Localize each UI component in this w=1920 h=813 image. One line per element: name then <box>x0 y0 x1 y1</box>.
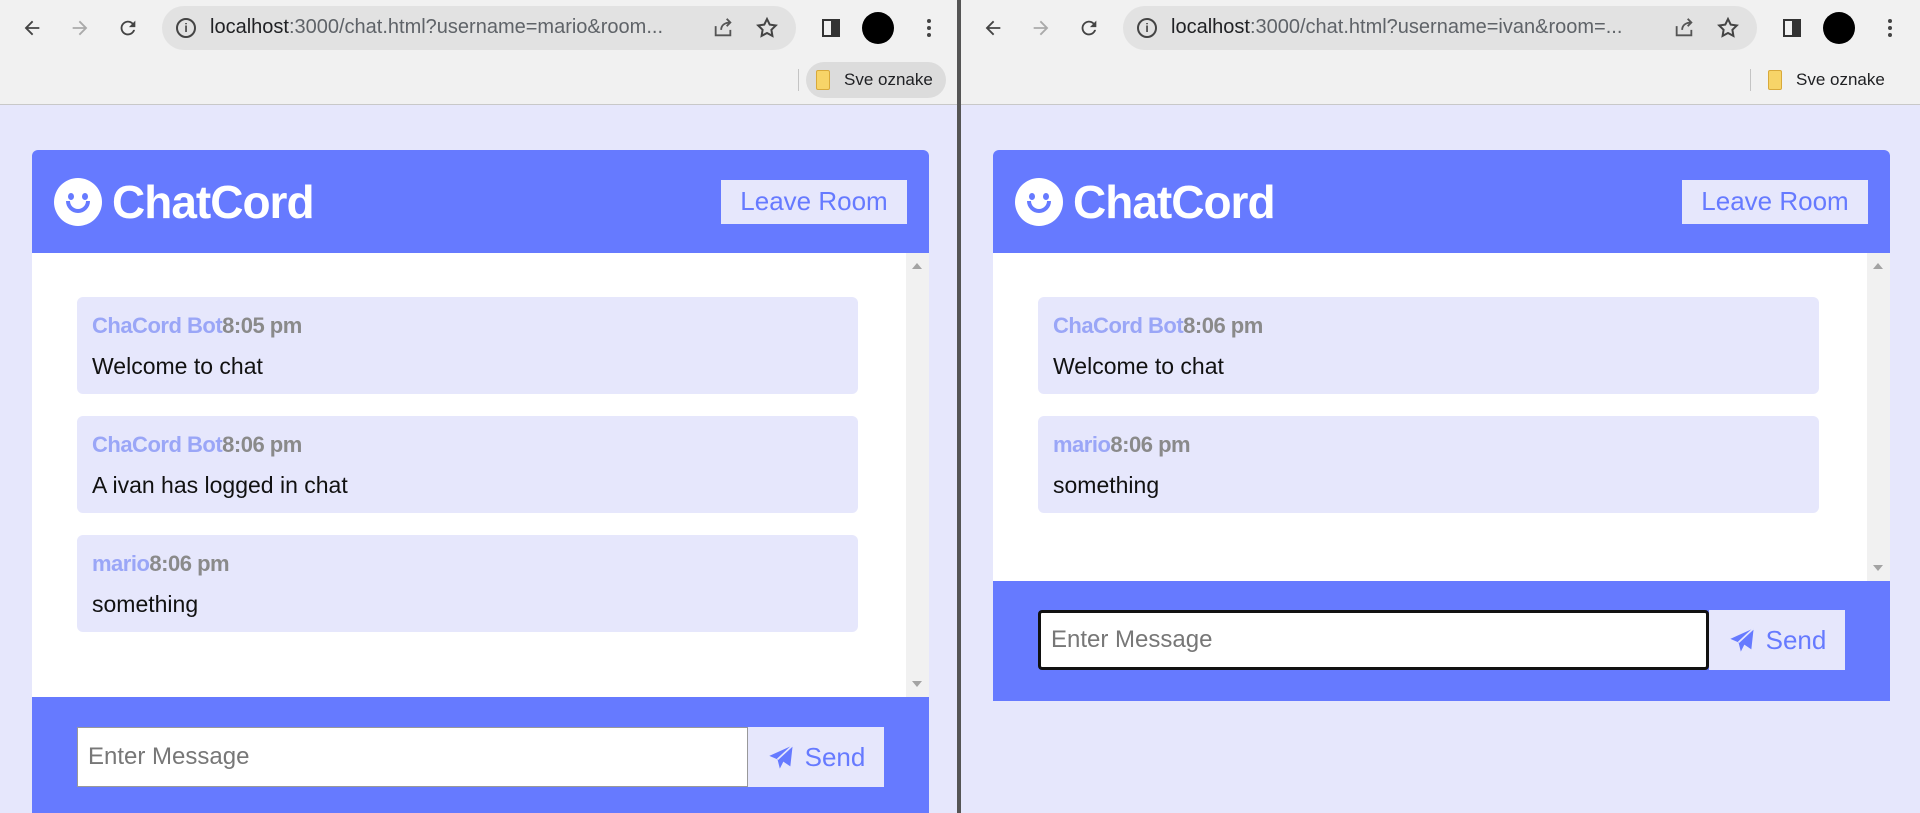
send-label: Send <box>804 741 866 772</box>
profile-avatar[interactable] <box>862 11 894 44</box>
leave-room-button[interactable]: Leave Room <box>1682 179 1868 224</box>
browser-toolbar: i localhost:3000/chat.html?username=ivan… <box>961 0 1920 55</box>
smiley-icon <box>1015 177 1063 226</box>
chat-app: ChatCord Leave Room ChaCord Bot8:06 pm W… <box>993 150 1890 701</box>
menu-kebab-icon[interactable] <box>1875 13 1905 43</box>
browser-toolbar: i localhost:3000/chat.html?username=mari… <box>0 0 957 55</box>
message: mario8:06 pm something <box>77 535 858 632</box>
info-icon[interactable]: i <box>1137 17 1157 38</box>
back-button[interactable] <box>14 10 50 46</box>
send-button[interactable]: Send <box>748 727 884 787</box>
paper-plane-icon <box>768 744 793 769</box>
message: ChaCord Bot8:05 pm Welcome to chat <box>77 297 858 394</box>
message: ChaCord Bot8:06 pm A ivan has logged in … <box>77 416 858 513</box>
message-meta: mario8:06 pm <box>92 551 843 577</box>
bookmarks-divider <box>798 69 799 91</box>
reload-button[interactable] <box>110 10 146 46</box>
message-input[interactable]: Enter Message <box>77 727 748 787</box>
message-text: Welcome to chat <box>1053 353 1224 379</box>
message-text: A ivan has logged in chat <box>92 472 348 498</box>
message-text: Welcome to chat <box>92 353 263 379</box>
scroll-down-arrow-icon[interactable] <box>1873 565 1883 571</box>
all-bookmarks-button[interactable]: Sve oznake <box>1758 62 1918 98</box>
message-username: ChaCord Bot <box>92 432 223 457</box>
message: mario8:06 pm something <box>1038 416 1819 513</box>
reload-icon <box>1081 20 1097 35</box>
message-meta: mario8:06 pm <box>1053 432 1804 458</box>
bookmarks-bar: Sve oznake <box>961 55 1920 105</box>
address-bar[interactable]: i localhost:3000/chat.html?username=mari… <box>162 5 796 50</box>
menu-kebab-icon[interactable] <box>914 13 944 43</box>
smiley-icon <box>54 177 102 226</box>
message-time: 8:05 pm <box>222 313 302 338</box>
bookmarks-divider <box>1750 69 1751 91</box>
share-icon[interactable] <box>710 15 736 41</box>
scroll-up-arrow-icon[interactable] <box>1873 263 1883 269</box>
desktop: i localhost:3000/chat.html?username=mari… <box>0 0 1920 813</box>
message-username: ChaCord Bot <box>1053 313 1184 338</box>
message-meta: ChaCord Bot8:06 pm <box>1053 313 1804 339</box>
message-time: 8:06 pm <box>1183 313 1263 338</box>
arrow-left-icon <box>985 20 1001 35</box>
share-icon[interactable] <box>1671 15 1697 41</box>
forward-button[interactable] <box>1023 10 1059 46</box>
message-text: something <box>1053 472 1160 498</box>
arrow-right-icon <box>72 20 88 35</box>
side-panel-icon[interactable] <box>816 13 846 43</box>
url-text[interactable]: localhost:3000/chat.html?username=ivan&r… <box>1171 16 1653 39</box>
chat-form: Enter Message Send <box>32 697 929 813</box>
forward-button[interactable] <box>62 10 98 46</box>
reload-button[interactable] <box>1071 10 1107 46</box>
bookmarks-bar: Sve oznake <box>0 55 957 105</box>
all-bookmarks-label: Sve oznake <box>1796 70 1885 89</box>
address-bar[interactable]: i localhost:3000/chat.html?username=ivan… <box>1123 5 1757 50</box>
browser-window-mario: i localhost:3000/chat.html?username=mari… <box>0 0 957 813</box>
message-time: 8:06 pm <box>149 551 230 576</box>
message-time: 8:06 pm <box>1110 432 1191 457</box>
message-text: something <box>92 591 199 617</box>
send-button[interactable]: Send <box>1709 610 1845 670</box>
scroll-up-arrow-icon[interactable] <box>912 263 922 269</box>
brand: ChatCord <box>1015 175 1276 229</box>
chat-form: Enter Message Send <box>993 581 1890 701</box>
message-meta: ChaCord Bot8:06 pm <box>92 432 843 458</box>
side-panel-icon[interactable] <box>1777 13 1807 43</box>
send-label: Send <box>1765 624 1827 655</box>
brand: ChatCord <box>54 175 315 229</box>
message-username: mario <box>1053 432 1111 457</box>
message: ChaCord Bot8:06 pm Welcome to chat <box>1038 297 1819 394</box>
arrow-left-icon <box>24 20 40 35</box>
folder-icon <box>1768 70 1782 90</box>
chat-messages[interactable]: ChaCord Bot8:06 pm Welcome to chat mario… <box>993 253 1890 581</box>
app-title: ChatCord <box>1073 175 1276 228</box>
all-bookmarks-button[interactable]: Sve oznake <box>806 62 946 98</box>
paper-plane-icon <box>1729 627 1754 652</box>
bookmark-star-icon[interactable] <box>754 15 780 41</box>
chat-header: ChatCord Leave Room <box>993 150 1890 253</box>
message-input[interactable]: Enter Message <box>1038 610 1709 670</box>
messages-scrollbar[interactable] <box>1867 253 1890 581</box>
leave-room-button[interactable]: Leave Room <box>721 179 907 224</box>
bookmark-star-icon[interactable] <box>1715 15 1741 41</box>
arrow-right-icon <box>1033 20 1049 35</box>
message-username: ChaCord Bot <box>92 313 223 338</box>
message-time: 8:06 pm <box>222 432 302 457</box>
message-username: mario <box>92 551 150 576</box>
chat-messages[interactable]: ChaCord Bot8:05 pm Welcome to chat ChaCo… <box>32 253 929 697</box>
browser-window-ivan: i localhost:3000/chat.html?username=ivan… <box>961 0 1920 813</box>
chat-app: ChatCord Leave Room ChaCord Bot8:05 pm W… <box>32 150 929 813</box>
scroll-down-arrow-icon[interactable] <box>912 681 922 687</box>
app-title: ChatCord <box>112 175 315 228</box>
profile-avatar[interactable] <box>1823 11 1855 44</box>
reload-icon <box>120 20 136 35</box>
chat-header: ChatCord Leave Room <box>32 150 929 253</box>
message-meta: ChaCord Bot8:05 pm <box>92 313 843 339</box>
info-icon[interactable]: i <box>176 17 196 38</box>
back-button[interactable] <box>975 10 1011 46</box>
folder-icon <box>816 70 830 90</box>
url-text[interactable]: localhost:3000/chat.html?username=mario&… <box>210 16 692 39</box>
all-bookmarks-label: Sve oznake <box>844 70 933 89</box>
messages-scrollbar[interactable] <box>906 253 929 697</box>
